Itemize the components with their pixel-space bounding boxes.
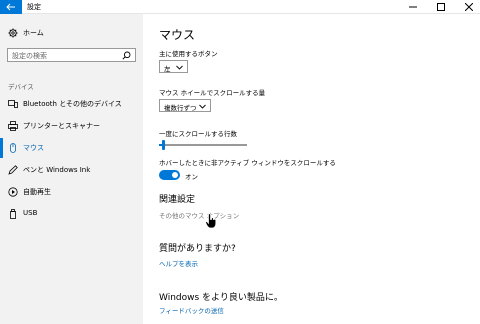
minimize-icon	[409, 6, 417, 8]
slider-thumb[interactable]	[162, 140, 165, 150]
maximize-button[interactable]	[430, 0, 452, 14]
send-feedback-link[interactable]: フィードバックの送信	[159, 305, 224, 315]
feedback-heading: Windows をより良い製品に。	[159, 293, 283, 303]
sidebar-item-label: Bluetooth とその他のデバイス	[23, 100, 122, 108]
hover-scroll-toggle[interactable]	[159, 170, 180, 180]
sidebar-item-bluetooth[interactable]: Bluetooth とその他のデバイス	[0, 94, 143, 114]
wheel-scroll-value: 複数行ずつ	[164, 104, 197, 112]
more-mouse-options-link[interactable]: その他のマウス オプション	[159, 210, 239, 220]
autoplay-icon	[8, 187, 18, 197]
related-settings-heading: 関連設定	[159, 195, 196, 205]
close-icon	[465, 3, 473, 11]
gear-icon	[8, 28, 18, 38]
toggle-knob	[172, 172, 178, 178]
primary-button-dropdown[interactable]: 左	[159, 60, 188, 73]
sidebar-item-pen[interactable]: ペンと Windows Ink	[0, 160, 143, 180]
primary-button-value: 左	[164, 65, 171, 73]
lines-to-scroll-label: 一度にスクロールする行数	[159, 130, 237, 138]
section-label-devices: デバイス	[8, 83, 34, 91]
sidebar-item-usb[interactable]: USB	[0, 204, 143, 224]
sidebar: ホーム 設定の検索 デバイス Bluetooth とその他のデバイス プリンター…	[0, 14, 143, 324]
hover-scroll-state: オン	[185, 173, 198, 181]
mouse-icon	[8, 143, 18, 153]
page-title: マウス	[159, 28, 196, 42]
wheel-scroll-dropdown[interactable]: 複数行ずつ	[159, 99, 211, 112]
bluetooth-devices-icon	[8, 99, 18, 109]
chevron-down-icon	[176, 65, 183, 70]
home-label: ホーム	[23, 29, 44, 37]
chevron-down-icon	[199, 104, 206, 109]
lines-to-scroll-slider[interactable]	[159, 140, 247, 150]
hand-cursor-icon	[205, 213, 217, 229]
search-input[interactable]: 設定の検索	[7, 48, 136, 62]
minimize-button[interactable]	[402, 0, 424, 14]
printer-icon	[8, 121, 18, 131]
search-placeholder: 設定の検索	[12, 52, 47, 60]
sidebar-item-printers[interactable]: プリンターとスキャナー	[0, 116, 143, 136]
get-help-link[interactable]: ヘルプを表示	[159, 258, 198, 268]
wheel-scroll-label: マウス ホイールでスクロールする量	[159, 89, 266, 97]
sidebar-item-label: マウス	[23, 144, 44, 152]
maximize-icon	[437, 3, 445, 11]
search-icon	[122, 51, 131, 60]
sidebar-item-autoplay[interactable]: 自動再生	[0, 182, 143, 202]
usb-icon	[8, 209, 18, 219]
back-arrow-icon	[6, 3, 15, 11]
hover-scroll-label: ホバーしたときに非アクティブ ウィンドウをスクロールする	[159, 159, 336, 167]
window-title: 設定	[27, 3, 41, 11]
sidebar-item-mouse[interactable]: マウス	[0, 138, 143, 158]
pen-icon	[8, 165, 18, 175]
back-button[interactable]	[0, 0, 22, 14]
sidebar-item-label: ペンと Windows Ink	[23, 166, 91, 174]
primary-button-label: 主に使用するボタン	[159, 50, 218, 58]
main-content: マウス 主に使用するボタン 左 マウス ホイールでスクロールする量 複数行ずつ …	[143, 14, 480, 324]
sidebar-item-label: プリンターとスキャナー	[23, 122, 100, 130]
title-bar: 設定	[0, 0, 480, 14]
sidebar-item-label: USB	[23, 209, 38, 217]
help-heading: 質問がありますか?	[159, 244, 236, 254]
close-button[interactable]	[458, 0, 480, 14]
sidebar-item-label: 自動再生	[23, 188, 51, 196]
